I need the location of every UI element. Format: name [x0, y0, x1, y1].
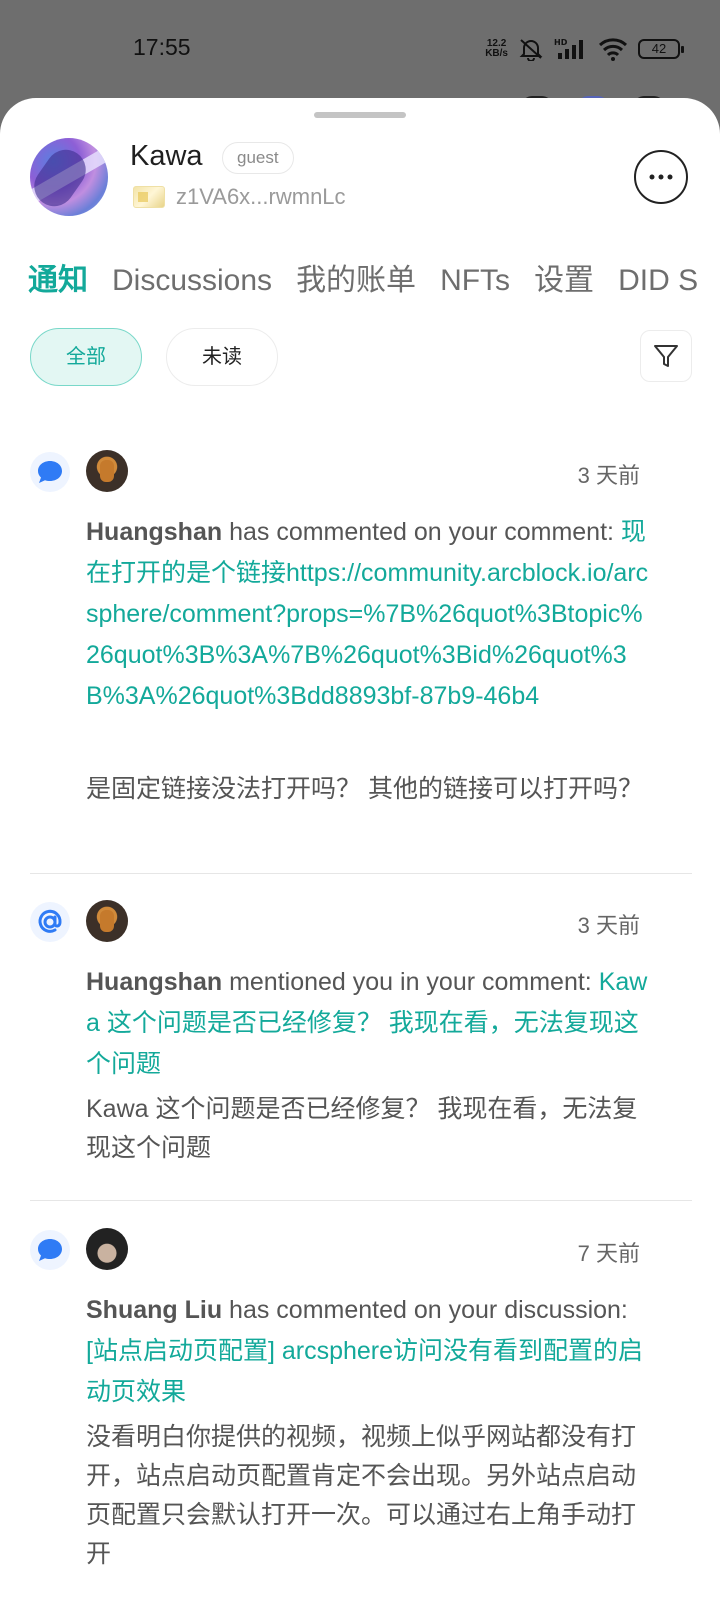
role-badge: guest [222, 142, 294, 174]
filter-all-chip[interactable]: 全部 [30, 328, 142, 386]
notification-message: Shuang Liu has commented on your discuss… [86, 1290, 656, 1413]
notification-link[interactable]: [站点启动页配置] arcsphere访问没有看到配置的启动页效果 [86, 1337, 643, 1406]
tab-did[interactable]: DID S [618, 258, 698, 304]
comment-icon [30, 1230, 70, 1270]
divider [30, 873, 692, 874]
battery-icon: 42 [638, 39, 684, 59]
user-avatar[interactable] [86, 450, 128, 492]
notification-excerpt: 没看明白你提供的视频，视频上似乎网站都没有打开，站点启动页配置肯定不会出现。另外… [86, 1423, 637, 1568]
avatar[interactable] [30, 138, 108, 216]
notification-message: Huangshan mentioned you in your comment:… [86, 962, 656, 1085]
comment-icon [30, 452, 70, 492]
svg-text:HD: HD [554, 38, 568, 47]
hd-signal-icon: HD [554, 38, 583, 59]
status-bar: 17:55 12.2 KB/s HD 42 [0, 0, 720, 100]
wifi-icon [598, 38, 628, 61]
profile-name: Kawa [130, 140, 203, 172]
filter-button[interactable] [640, 330, 692, 382]
mute-bell-icon [519, 39, 543, 61]
notification-message: Huangshan has commented on your comment:… [86, 512, 656, 717]
user-avatar[interactable] [86, 900, 128, 942]
more-icon [649, 174, 673, 180]
tab-settings[interactable]: 设置 [534, 258, 594, 304]
filter-icon [654, 345, 678, 367]
network-speed-unit: KB/s [485, 48, 508, 59]
profile-sheet: Kawa guest z1VA6x...rwmnLc 通知 Discussion… [0, 98, 720, 1600]
user-avatar[interactable] [86, 1228, 128, 1270]
status-icons: 12.2 KB/s HD 42 [485, 36, 684, 62]
tab-discussions[interactable]: Discussions [112, 258, 272, 304]
drag-handle[interactable] [314, 112, 406, 118]
notification-time: 3 天前 [577, 913, 640, 938]
more-options-button[interactable] [634, 150, 688, 204]
actor-name[interactable]: Huangshan [86, 968, 222, 996]
divider [30, 1200, 692, 1201]
tab-my-bills[interactable]: 我的账单 [296, 258, 416, 304]
did-icon [133, 186, 165, 208]
notification-action: mentioned you in your comment: [222, 968, 599, 996]
actor-name[interactable]: Shuang Liu [86, 1296, 222, 1324]
tab-notifications[interactable]: 通知 [28, 258, 88, 304]
notification-link[interactable]: 现在打开的是个链接https://community.arcblock.io/a… [86, 518, 648, 710]
notification-time: 3 天前 [577, 463, 640, 488]
notification-time: 7 天前 [577, 1241, 640, 1266]
network-speed: 12.2 KB/s [485, 39, 508, 59]
status-time: 17:55 [133, 34, 191, 60]
mention-icon [30, 902, 70, 942]
notification-action: has commented on your discussion: [222, 1296, 628, 1324]
notification-excerpt: 是固定链接没法打开吗？ 其他的链接可以打开吗？ [86, 775, 643, 803]
tab-nfts[interactable]: NFTs [440, 258, 510, 304]
tab-bar: 通知 Discussions 我的账单 NFTs 设置 DID S [28, 258, 698, 304]
filter-unread-chip[interactable]: 未读 [166, 328, 278, 386]
did-address[interactable]: z1VA6x...rwmnLc [176, 184, 346, 210]
actor-name[interactable]: Huangshan [86, 518, 222, 546]
notification-action: has commented on your comment: [222, 518, 621, 546]
notification-excerpt: Kawa 这个问题是否已经修复？ 我现在看，无法复现这个问题 [86, 1095, 638, 1162]
